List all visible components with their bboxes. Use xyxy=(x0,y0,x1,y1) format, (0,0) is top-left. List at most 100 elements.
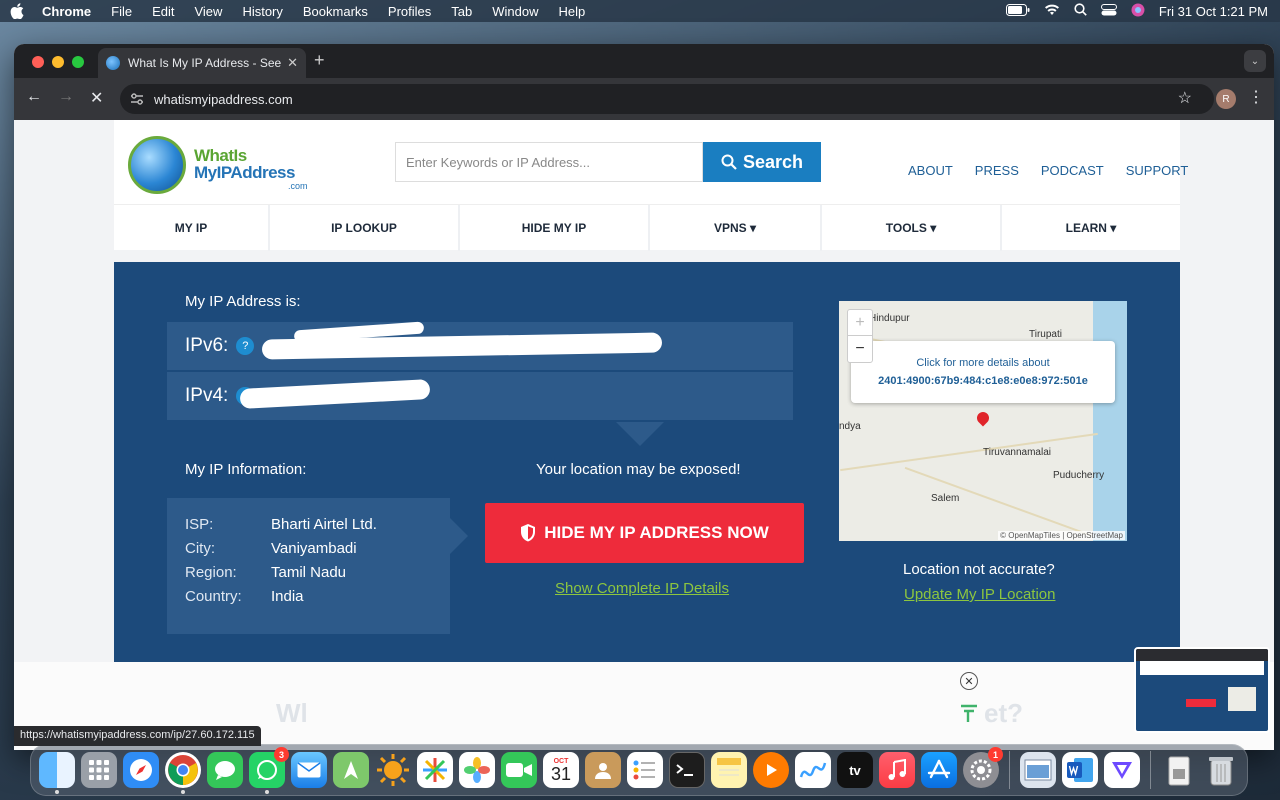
hide-my-ip-button[interactable]: HIDE MY IP ADDRESS NOW xyxy=(485,503,804,563)
ip-hero-panel: My IP Address is: IPv6: ? IPv4: ? My IP … xyxy=(114,262,1180,662)
map-popup-ip: 2401:4900:67b9:484:c1e8:e0e8:972:501e xyxy=(878,375,1088,387)
macos-menubar: Chrome File Edit View History Bookmarks … xyxy=(0,0,1280,22)
active-tab[interactable]: What Is My IP Address - See ✕ xyxy=(98,48,306,78)
zoom-in-icon[interactable]: + xyxy=(848,310,872,336)
proton-vpn-icon[interactable] xyxy=(1104,752,1140,788)
menu-view[interactable]: View xyxy=(194,4,222,19)
location-map[interactable]: Hindupur Tirupati ndya Tiruvannamalai Pu… xyxy=(839,301,1127,541)
update-location-link[interactable]: Update My IP Location xyxy=(904,586,1055,603)
search-icon xyxy=(721,154,737,170)
whatsapp-icon[interactable]: 3 xyxy=(249,747,289,794)
bookmark-star-icon[interactable]: ☆ xyxy=(1178,88,1192,108)
link-about[interactable]: ABOUT xyxy=(908,163,953,178)
maps-icon[interactable] xyxy=(333,752,369,788)
running-indicator xyxy=(265,790,269,794)
close-window-button[interactable] xyxy=(32,56,44,68)
control-center-icon[interactable] xyxy=(1100,3,1117,19)
menu-file[interactable]: File xyxy=(111,4,132,19)
menu-tab[interactable]: Tab xyxy=(451,4,472,19)
freeform-icon[interactable] xyxy=(795,752,831,788)
search-button[interactable]: Search xyxy=(703,142,821,182)
region-value: Tamil Nadu xyxy=(271,564,347,581)
nav-vpns[interactable]: VPNS ▾ xyxy=(650,205,822,251)
notes-icon[interactable] xyxy=(711,752,747,788)
menu-help[interactable]: Help xyxy=(559,4,586,19)
ipv6-label: IPv6: xyxy=(185,335,229,356)
url-text[interactable]: whatismyipaddress.com xyxy=(154,92,293,107)
clock-datetime[interactable]: Fri 31 Oct 1:21 PM xyxy=(1159,4,1268,19)
calendar-icon[interactable]: OCT 31 xyxy=(543,752,579,788)
preview-window-icon[interactable] xyxy=(1020,752,1056,788)
my-ip-info-label: My IP Information: xyxy=(185,461,307,478)
apple-icon[interactable] xyxy=(10,3,24,20)
launchpad-icon[interactable] xyxy=(81,752,117,788)
map-popup[interactable]: Click for more details about 2401:4900:6… xyxy=(851,341,1115,403)
chrome-icon[interactable] xyxy=(165,752,201,794)
vlc-player-icon[interactable] xyxy=(753,752,789,788)
hide-button-label: HIDE MY IP ADDRESS NOW xyxy=(544,523,769,542)
link-press[interactable]: PRESS xyxy=(975,163,1019,178)
nav-hide-my-ip[interactable]: HIDE MY IP xyxy=(460,205,650,251)
terminal-icon[interactable] xyxy=(669,752,705,788)
chrome-menu-kebab-icon[interactable]: ⋮ xyxy=(1248,87,1264,107)
isp-value: Bharti Airtel Ltd. xyxy=(271,516,377,533)
mail-icon[interactable] xyxy=(291,752,327,788)
weather-sun-icon[interactable] xyxy=(375,752,411,788)
system-settings-gear-icon[interactable]: 1 xyxy=(963,747,1003,788)
tab-strip: What Is My IP Address - See ✕ + ⌄ xyxy=(14,44,1274,78)
ipv6-help-icon[interactable]: ? xyxy=(236,337,255,355)
nav-my-ip[interactable]: MY IP xyxy=(114,205,270,251)
messages-icon[interactable] xyxy=(207,752,243,788)
link-podcast[interactable]: PODCAST xyxy=(1041,163,1104,178)
search-input[interactable]: Enter Keywords or IP Address... xyxy=(395,142,703,182)
menu-app-name[interactable]: Chrome xyxy=(42,4,91,19)
site-logo[interactable]: WhatIs MyIPAddress .com xyxy=(128,136,318,198)
globe-favicon-icon xyxy=(106,56,120,70)
forward-arrow-icon[interactable]: → xyxy=(58,88,74,106)
photos-icon[interactable] xyxy=(459,752,495,788)
apple-tv-icon[interactable]: tv xyxy=(837,752,873,788)
menu-edit[interactable]: Edit xyxy=(152,4,174,19)
profile-avatar[interactable]: R xyxy=(1216,89,1236,109)
app-store-icon[interactable] xyxy=(921,752,957,788)
facetime-icon[interactable] xyxy=(501,752,537,788)
map-attribution[interactable]: © OpenMapTiles | OpenStreetMap xyxy=(998,531,1125,540)
finder-icon[interactable] xyxy=(39,752,75,794)
wifi-icon[interactable] xyxy=(1044,4,1060,19)
minimize-window-button[interactable] xyxy=(52,56,64,68)
new-tab-plus-icon[interactable]: + xyxy=(314,50,325,71)
show-complete-ip-details-link[interactable]: Show Complete IP Details xyxy=(555,580,729,597)
reminders-icon[interactable] xyxy=(627,752,663,788)
zoom-out-icon[interactable]: − xyxy=(848,336,872,362)
close-tab-icon[interactable]: ✕ xyxy=(287,55,298,71)
zoom-window-button[interactable] xyxy=(72,56,84,68)
address-bar[interactable]: whatismyipaddress.com xyxy=(120,84,1214,114)
tab-search-chevron-icon[interactable]: ⌄ xyxy=(1244,50,1266,72)
spotlight-search-icon[interactable] xyxy=(1074,3,1087,19)
map-popup-text: Click for more details about xyxy=(916,357,1050,369)
stop-loading-icon[interactable]: ✕ xyxy=(90,88,103,108)
menu-profiles[interactable]: Profiles xyxy=(388,4,431,19)
site-settings-icon[interactable] xyxy=(130,92,144,106)
music-icon[interactable] xyxy=(879,752,915,788)
trash-icon[interactable] xyxy=(1203,752,1239,788)
nav-ip-lookup[interactable]: IP LOOKUP xyxy=(270,205,460,251)
microsoft-word-icon[interactable] xyxy=(1062,752,1098,788)
menu-history[interactable]: History xyxy=(242,4,282,19)
menu-bookmarks[interactable]: Bookmarks xyxy=(303,4,368,19)
contacts-icon[interactable] xyxy=(585,752,621,788)
nav-tools[interactable]: TOOLS ▾ xyxy=(822,205,1002,251)
siri-icon[interactable] xyxy=(1131,3,1145,20)
battery-icon[interactable] xyxy=(1005,3,1030,19)
ad-close-icon[interactable]: ✕ xyxy=(960,672,978,690)
downloads-stack-icon[interactable] xyxy=(1161,752,1197,788)
logo-text-suffix: .com xyxy=(288,181,308,191)
menu-window[interactable]: Window xyxy=(492,4,538,19)
pinwheel-app-icon[interactable] xyxy=(417,752,453,788)
screenshot-thumbnail[interactable] xyxy=(1134,647,1270,733)
safari-icon[interactable] xyxy=(123,752,159,788)
back-arrow-icon[interactable]: ← xyxy=(26,88,42,106)
nav-learn[interactable]: LEARN ▾ xyxy=(1002,205,1180,251)
isp-key: ISP: xyxy=(185,516,214,533)
link-support[interactable]: SUPPORT xyxy=(1126,163,1189,178)
